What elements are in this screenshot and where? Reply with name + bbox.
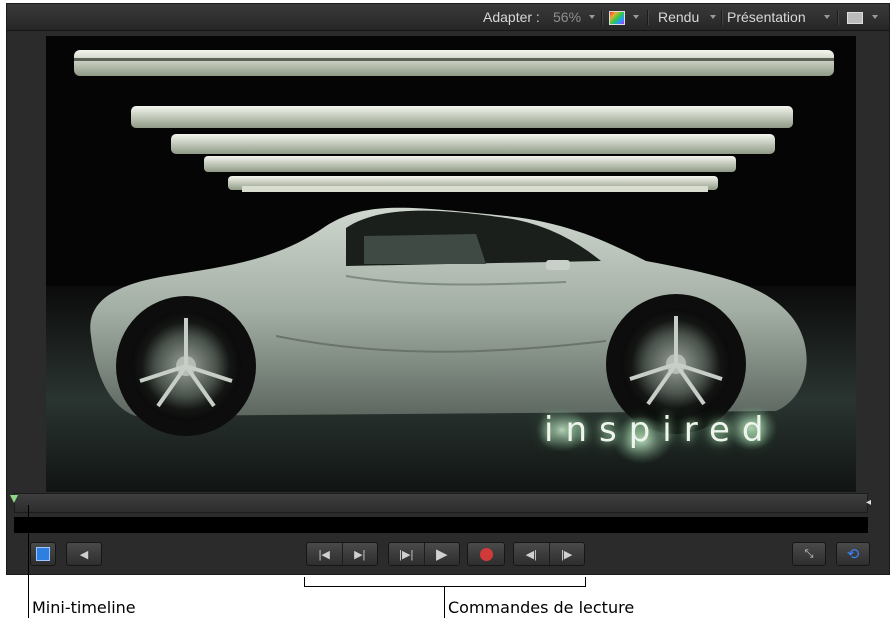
playback-callout-line [444, 586, 445, 618]
expand-icon: ⤡ [804, 547, 814, 560]
audio-button[interactable]: ◀ [66, 542, 102, 566]
playback-controls-callout-label: Commandes de lecture [448, 598, 635, 617]
full-screen-button[interactable]: ⤡ [792, 542, 826, 566]
toolbar-divider [837, 10, 839, 25]
show-project-pane-button[interactable] [30, 542, 56, 566]
speaker-icon: ◀ [79, 548, 89, 561]
overlay-title-text: inspired [544, 410, 776, 450]
color-channels-icon[interactable] [609, 11, 625, 25]
go-to-start-end-group: |◀ ▶| [306, 542, 378, 566]
toolbar-divider [721, 10, 723, 25]
playback-bracket-bottom [304, 586, 586, 587]
next-frame-button[interactable]: |▶ [548, 543, 585, 565]
render-popup-caret-icon[interactable] [710, 15, 716, 19]
canvas-viewer: Adapter : 56% Rendu Présentation inspire… [6, 3, 890, 575]
loop-playback-button[interactable]: ⟲ [836, 542, 870, 566]
out-point-marker[interactable]: ◂ [866, 497, 871, 508]
go-to-start-button[interactable]: |◀ [307, 543, 342, 565]
zoom-value[interactable]: 56% [553, 9, 581, 25]
mini-timeline-track[interactable] [14, 517, 868, 533]
mini-timeline-callout-line [28, 505, 29, 618]
toolbar-divider [601, 10, 603, 25]
record-button[interactable] [467, 542, 505, 566]
previous-frame-button[interactable]: ◀| [514, 543, 549, 565]
toolbar-divider [647, 10, 649, 25]
playhead-marker[interactable] [10, 495, 18, 503]
playback-bracket-right [585, 577, 586, 587]
record-icon [479, 547, 493, 561]
view-layout-icon[interactable] [847, 12, 863, 24]
play-button[interactable]: ▶ [423, 543, 460, 565]
view-popup-caret-icon[interactable] [824, 15, 830, 19]
play-from-start-button[interactable]: |▶| [389, 543, 424, 565]
project-pane-icon [36, 547, 50, 561]
canvas-image[interactable]: inspired [46, 36, 856, 492]
view-menu[interactable]: Présentation [727, 9, 806, 25]
loop-icon: ⟲ [846, 546, 860, 563]
mini-timeline-callout-label: Mini-timeline [32, 598, 136, 617]
layout-popup-caret-icon[interactable] [872, 15, 878, 19]
go-to-end-button[interactable]: ▶| [341, 543, 378, 565]
zoom-popup-caret-icon[interactable] [589, 15, 595, 19]
play-group: |▶| ▶ [388, 542, 460, 566]
frame-step-group: ◀| |▶ [513, 542, 585, 566]
fit-label: Adapter : [483, 9, 540, 25]
mini-timeline[interactable] [14, 493, 868, 513]
render-menu[interactable]: Rendu [658, 9, 699, 25]
viewer-toolbar: Adapter : 56% Rendu Présentation [7, 4, 889, 31]
color-popup-caret-icon[interactable] [633, 15, 639, 19]
